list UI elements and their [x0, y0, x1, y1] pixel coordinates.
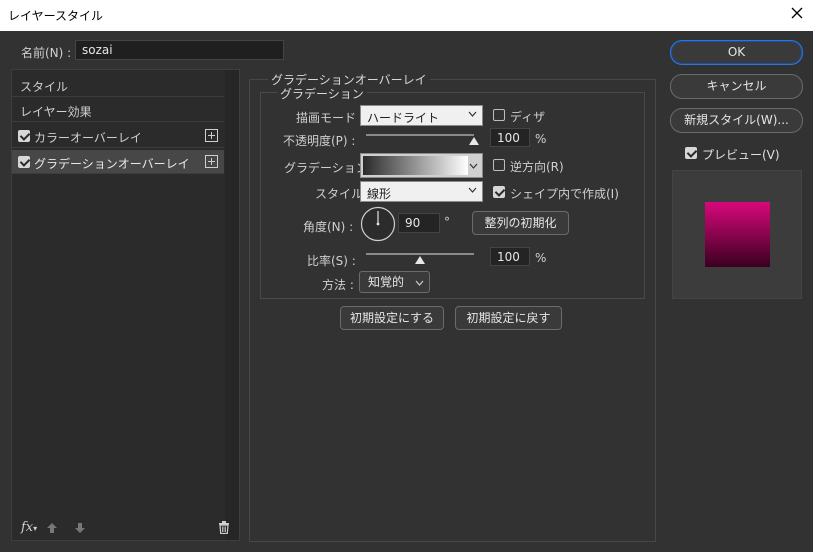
close-icon[interactable] — [789, 5, 805, 21]
list-item-label: スタイル — [20, 80, 69, 94]
angle-input[interactable]: 90 — [398, 213, 440, 233]
name-input[interactable]: sozai — [75, 40, 284, 60]
preview-label: プレビュー(V) — [702, 148, 780, 162]
make-default-button[interactable]: 初期設定にする — [340, 306, 444, 330]
dither-checkbox[interactable] — [493, 109, 505, 121]
gradient-overlay-checkbox[interactable] — [18, 156, 30, 168]
effects-list-panel: スタイル レイヤー効果 カラーオーバーレイ グラデーションオーバーレイ fx▾ — [11, 69, 240, 541]
arrow-down-icon[interactable] — [74, 522, 86, 534]
list-item-gradient-overlay[interactable]: グラデーションオーバーレイ — [12, 150, 224, 174]
opacity-slider-thumb[interactable] — [469, 137, 479, 145]
list-scrollbar[interactable] — [225, 70, 239, 540]
scale-label: 比率(S) : — [307, 254, 356, 268]
scale-slider-track[interactable] — [366, 253, 474, 255]
chevron-down-icon — [468, 111, 477, 117]
method-value: 知覚的 — [368, 275, 405, 289]
chevron-down-icon — [469, 163, 478, 169]
preview-box — [672, 170, 802, 299]
gradient-swatch[interactable] — [363, 156, 468, 175]
align-with-layer-checkbox[interactable] — [493, 186, 505, 198]
gradient-picker[interactable] — [360, 153, 483, 178]
list-item-label: グラデーションオーバーレイ — [34, 157, 190, 171]
arrow-up-icon[interactable] — [46, 522, 58, 534]
blend-mode-dropdown[interactable]: ハードライト — [360, 105, 483, 126]
align-with-layer-label: シェイプ内で作成(I) — [510, 187, 619, 201]
angle-label: 角度(N) : — [303, 220, 354, 234]
list-item-layer-effects[interactable]: レイヤー効果 — [12, 98, 224, 122]
add-gradient-overlay-icon[interactable] — [205, 155, 218, 168]
list-item-color-overlay[interactable]: カラーオーバーレイ — [12, 124, 224, 148]
opacity-label: 不透明度(P) : — [283, 134, 356, 148]
blend-mode-label: 描画モード : — [296, 111, 364, 125]
trash-icon[interactable] — [218, 521, 230, 534]
preview-gradient-swatch — [705, 202, 770, 267]
style-value: 線形 — [367, 187, 392, 201]
ok-button[interactable]: OK — [670, 40, 803, 65]
fx-icon[interactable]: fx▾ — [21, 520, 37, 535]
gradient-subgroup-title: グラデーション — [277, 85, 367, 102]
style-dropdown[interactable]: 線形 — [360, 181, 483, 202]
opacity-unit: % — [535, 132, 547, 146]
reverse-checkbox[interactable] — [493, 159, 505, 171]
reset-to-default-button[interactable]: 初期設定に戻す — [455, 306, 562, 330]
scale-unit: % — [535, 251, 547, 265]
name-label: 名前(N) : — [21, 46, 72, 60]
scale-slider-thumb[interactable] — [415, 256, 425, 264]
method-label: 方法 : — [322, 278, 354, 292]
chevron-down-icon — [468, 187, 477, 193]
color-overlay-checkbox[interactable] — [18, 130, 30, 142]
reverse-label: 逆方向(R) — [510, 160, 564, 174]
list-item-style[interactable]: スタイル — [12, 73, 224, 97]
angle-unit: ° — [444, 215, 450, 229]
add-color-overlay-icon[interactable] — [205, 129, 218, 142]
title-bar: レイヤースタイル — [0, 0, 813, 31]
list-item-label: カラーオーバーレイ — [34, 131, 142, 145]
dither-label: ディザ — [510, 110, 546, 124]
reset-alignment-button[interactable]: 整列の初期化 — [472, 211, 569, 235]
window-title: レイヤースタイル — [8, 9, 104, 23]
opacity-slider-track[interactable] — [366, 134, 474, 136]
new-style-button[interactable]: 新規スタイル(W)... — [670, 108, 803, 133]
method-dropdown[interactable]: 知覚的 — [359, 271, 430, 293]
angle-dial[interactable] — [360, 206, 396, 242]
blend-mode-value: ハードライト — [367, 111, 440, 125]
chevron-down-icon — [415, 280, 424, 286]
cancel-button[interactable]: キャンセル — [670, 74, 803, 99]
preview-checkbox[interactable] — [685, 147, 697, 159]
opacity-input[interactable]: 100 — [490, 128, 530, 147]
scale-input[interactable]: 100 — [490, 247, 530, 266]
list-item-label: レイヤー効果 — [20, 105, 92, 119]
